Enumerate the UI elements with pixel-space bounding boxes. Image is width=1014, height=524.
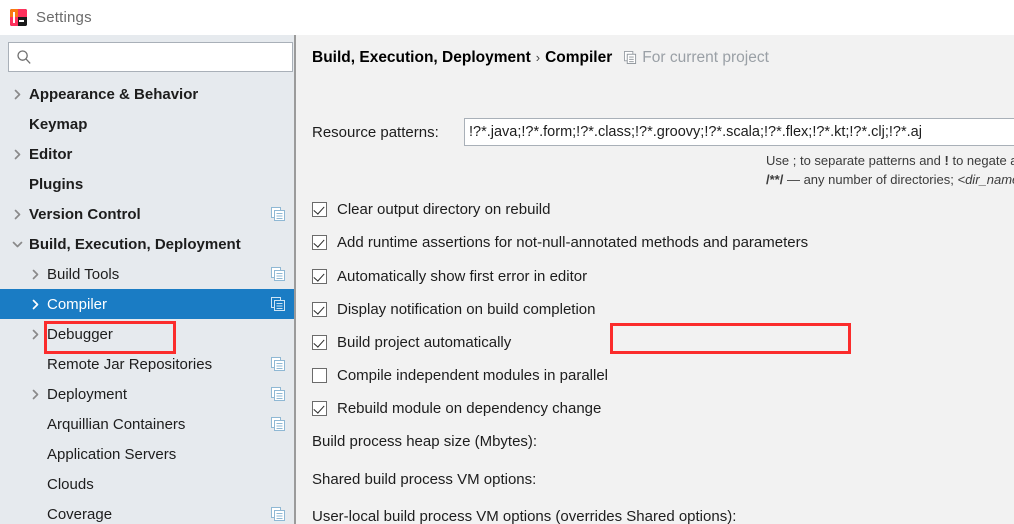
chevron-right-icon[interactable] xyxy=(29,328,42,341)
field-label: Shared build process VM options: xyxy=(312,470,537,488)
settings-dialog: Settings Appearance & Behavior Keymap Edit… xyxy=(0,0,1014,524)
resource-patterns-row: Resource patterns: xyxy=(312,117,1014,147)
project-scope-icon xyxy=(271,507,285,521)
sidebar-item-version-control[interactable]: Version Control xyxy=(0,199,296,229)
chevron-right-icon[interactable] xyxy=(29,268,42,281)
sidebar-item-build-tools[interactable]: Build Tools xyxy=(0,259,296,289)
chevron-right-icon[interactable] xyxy=(11,208,24,221)
sidebar-item-keymap[interactable]: Keymap xyxy=(0,109,296,139)
sidebar-item-label: Arquillian Containers xyxy=(47,415,186,433)
checkbox-indicator[interactable] xyxy=(312,201,327,217)
field-row: Shared build process VM options: xyxy=(312,465,536,493)
compiler-settings-panel: Build, Execution, Deployment › Compiler … xyxy=(297,35,1014,524)
intellij-idea-logo-icon xyxy=(10,9,27,26)
sidebar-item-label: Application Servers xyxy=(47,445,177,463)
sidebar-item-clouds[interactable]: Clouds xyxy=(0,469,296,499)
field-label: User-local build process VM options (ove… xyxy=(312,507,737,524)
sidebar-item-label: Compiler xyxy=(47,295,108,313)
checkbox-row-display-notification-on-build-completion[interactable]: Display notification on build completion xyxy=(312,298,595,320)
checkbox-label: Display notification on build completion xyxy=(337,300,596,318)
project-scope-icon xyxy=(271,207,285,221)
sidebar-item-label: Remote Jar Repositories xyxy=(47,355,213,373)
sidebar-item-compiler[interactable]: Compiler xyxy=(0,289,296,319)
sidebar-item-label: Debugger xyxy=(47,325,113,343)
hint-globstar: /**/ xyxy=(766,172,784,187)
chevron-down-icon[interactable] xyxy=(11,238,24,251)
checkbox-indicator[interactable] xyxy=(312,234,327,250)
chevron-right-icon[interactable] xyxy=(11,88,24,101)
settings-tree[interactable]: Appearance & Behavior Keymap Editor Plugins… xyxy=(0,79,296,524)
sidebar-item-label: Version Control xyxy=(29,205,141,223)
sidebar-item-debugger[interactable]: Debugger xyxy=(0,319,296,349)
checkbox-row-build-project-automatically[interactable]: Build project automatically xyxy=(312,331,511,353)
sidebar-item-appearance-behavior[interactable]: Appearance & Behavior xyxy=(0,79,296,109)
chevron-right-icon[interactable] xyxy=(11,148,24,161)
checkbox-label: Automatically show first error in editor xyxy=(337,267,588,285)
sidebar-item-build-execution-deployment[interactable]: Build, Execution, Deployment xyxy=(0,229,296,259)
sidebar-item-label: Build, Execution, Deployment xyxy=(29,235,241,253)
hint-text-1b: to negate a pattern. Accepted wildcards: xyxy=(952,153,1014,168)
checkbox-indicator[interactable] xyxy=(312,301,327,317)
sidebar-item-label: Keymap xyxy=(29,115,88,133)
checkbox-row-clear-output-directory-on-rebuild[interactable]: Clear output directory on rebuild xyxy=(312,198,550,220)
resource-patterns-label: Resource patterns: xyxy=(312,123,439,141)
checkbox-label: Build project automatically xyxy=(337,333,512,351)
checkbox-label: Add runtime assertions for not-null-anno… xyxy=(337,233,809,251)
sidebar-item-label: Clouds xyxy=(47,475,94,493)
checkbox-row-add-runtime-assertions-for-not-null-anno[interactable]: Add runtime assertions for not-null-anno… xyxy=(312,231,808,253)
checkbox-label: Compile independent modules in parallel xyxy=(337,366,609,384)
project-scope-icon xyxy=(624,51,637,64)
sidebar-item-application-servers[interactable]: Application Servers xyxy=(0,439,296,469)
sidebar-item-label: Plugins xyxy=(29,175,84,193)
sidebar-item-label: Appearance & Behavior xyxy=(29,85,199,103)
settings-sidebar: Appearance & Behavior Keymap Editor Plugins… xyxy=(0,35,296,524)
sidebar-item-plugins[interactable]: Plugins xyxy=(0,169,296,199)
breadcrumb-leaf: Compiler xyxy=(545,49,613,66)
hint-text-2b: — any number of directories; xyxy=(783,172,958,187)
checkbox-label: Clear output directory on rebuild xyxy=(337,200,551,218)
sidebar-item-remote-jar-repositories[interactable]: Remote Jar Repositories xyxy=(0,349,296,379)
checkbox-row-automatically-show-first-error-in-editor[interactable]: Automatically show first error in editor xyxy=(312,265,587,287)
field-row: Build process heap size (Mbytes): xyxy=(312,427,537,455)
sidebar-item-label: Editor xyxy=(29,145,73,163)
resource-patterns-hint: Use ; to separate patterns and ! to nega… xyxy=(766,151,1014,189)
breadcrumb-root[interactable]: Build, Execution, Deployment xyxy=(312,49,531,67)
checkbox-row-compile-independent-modules-in-parallel[interactable]: Compile independent modules in parallel xyxy=(312,364,608,386)
build-automatically-highlight-box xyxy=(610,323,851,354)
checkbox-indicator[interactable] xyxy=(312,367,327,383)
project-scope-icon xyxy=(271,357,285,371)
sidebar-item-label: Coverage xyxy=(47,505,113,523)
search-icon xyxy=(16,49,32,65)
project-scope-icon xyxy=(271,297,285,311)
checkbox-label: Rebuild module on dependency change xyxy=(337,399,602,417)
field-label: Build process heap size (Mbytes): xyxy=(312,432,538,450)
breadcrumb-scope-text: For current project xyxy=(642,49,769,66)
checkbox-indicator[interactable] xyxy=(312,268,327,284)
project-scope-icon xyxy=(271,387,285,401)
sidebar-item-deployment[interactable]: Deployment xyxy=(0,379,296,409)
hint-dirpattern: <dir_name>:<pattern> xyxy=(957,172,1014,187)
sidebar-item-label: Deployment xyxy=(47,385,128,403)
project-scope-icon xyxy=(271,417,285,431)
sidebar-item-label: Build Tools xyxy=(47,265,120,283)
window-title: Settings xyxy=(36,9,92,26)
project-scope-icon xyxy=(271,267,285,281)
hint-text-1a: Use ; to separate patterns and xyxy=(766,153,945,168)
checkbox-indicator[interactable] xyxy=(312,400,327,416)
field-row: User-local build process VM options (ove… xyxy=(312,502,736,524)
search-box[interactable] xyxy=(8,42,293,72)
breadcrumb: Build, Execution, Deployment › Compiler … xyxy=(312,49,769,67)
breadcrumb-separator: › xyxy=(535,50,541,65)
title-bar: Settings xyxy=(0,0,1014,35)
checkbox-row-rebuild-module-on-dependency-change[interactable]: Rebuild module on dependency change xyxy=(312,397,601,419)
sidebar-item-coverage[interactable]: Coverage xyxy=(0,499,296,524)
chevron-right-icon[interactable] xyxy=(29,298,42,311)
search-input[interactable] xyxy=(32,44,292,70)
resource-patterns-input[interactable] xyxy=(464,118,1014,146)
checkbox-indicator[interactable] xyxy=(312,334,327,350)
sidebar-divider xyxy=(294,35,296,524)
sidebar-item-arquillian-containers[interactable]: Arquillian Containers xyxy=(0,409,296,439)
sidebar-item-editor[interactable]: Editor xyxy=(0,139,296,169)
chevron-right-icon[interactable] xyxy=(29,388,42,401)
